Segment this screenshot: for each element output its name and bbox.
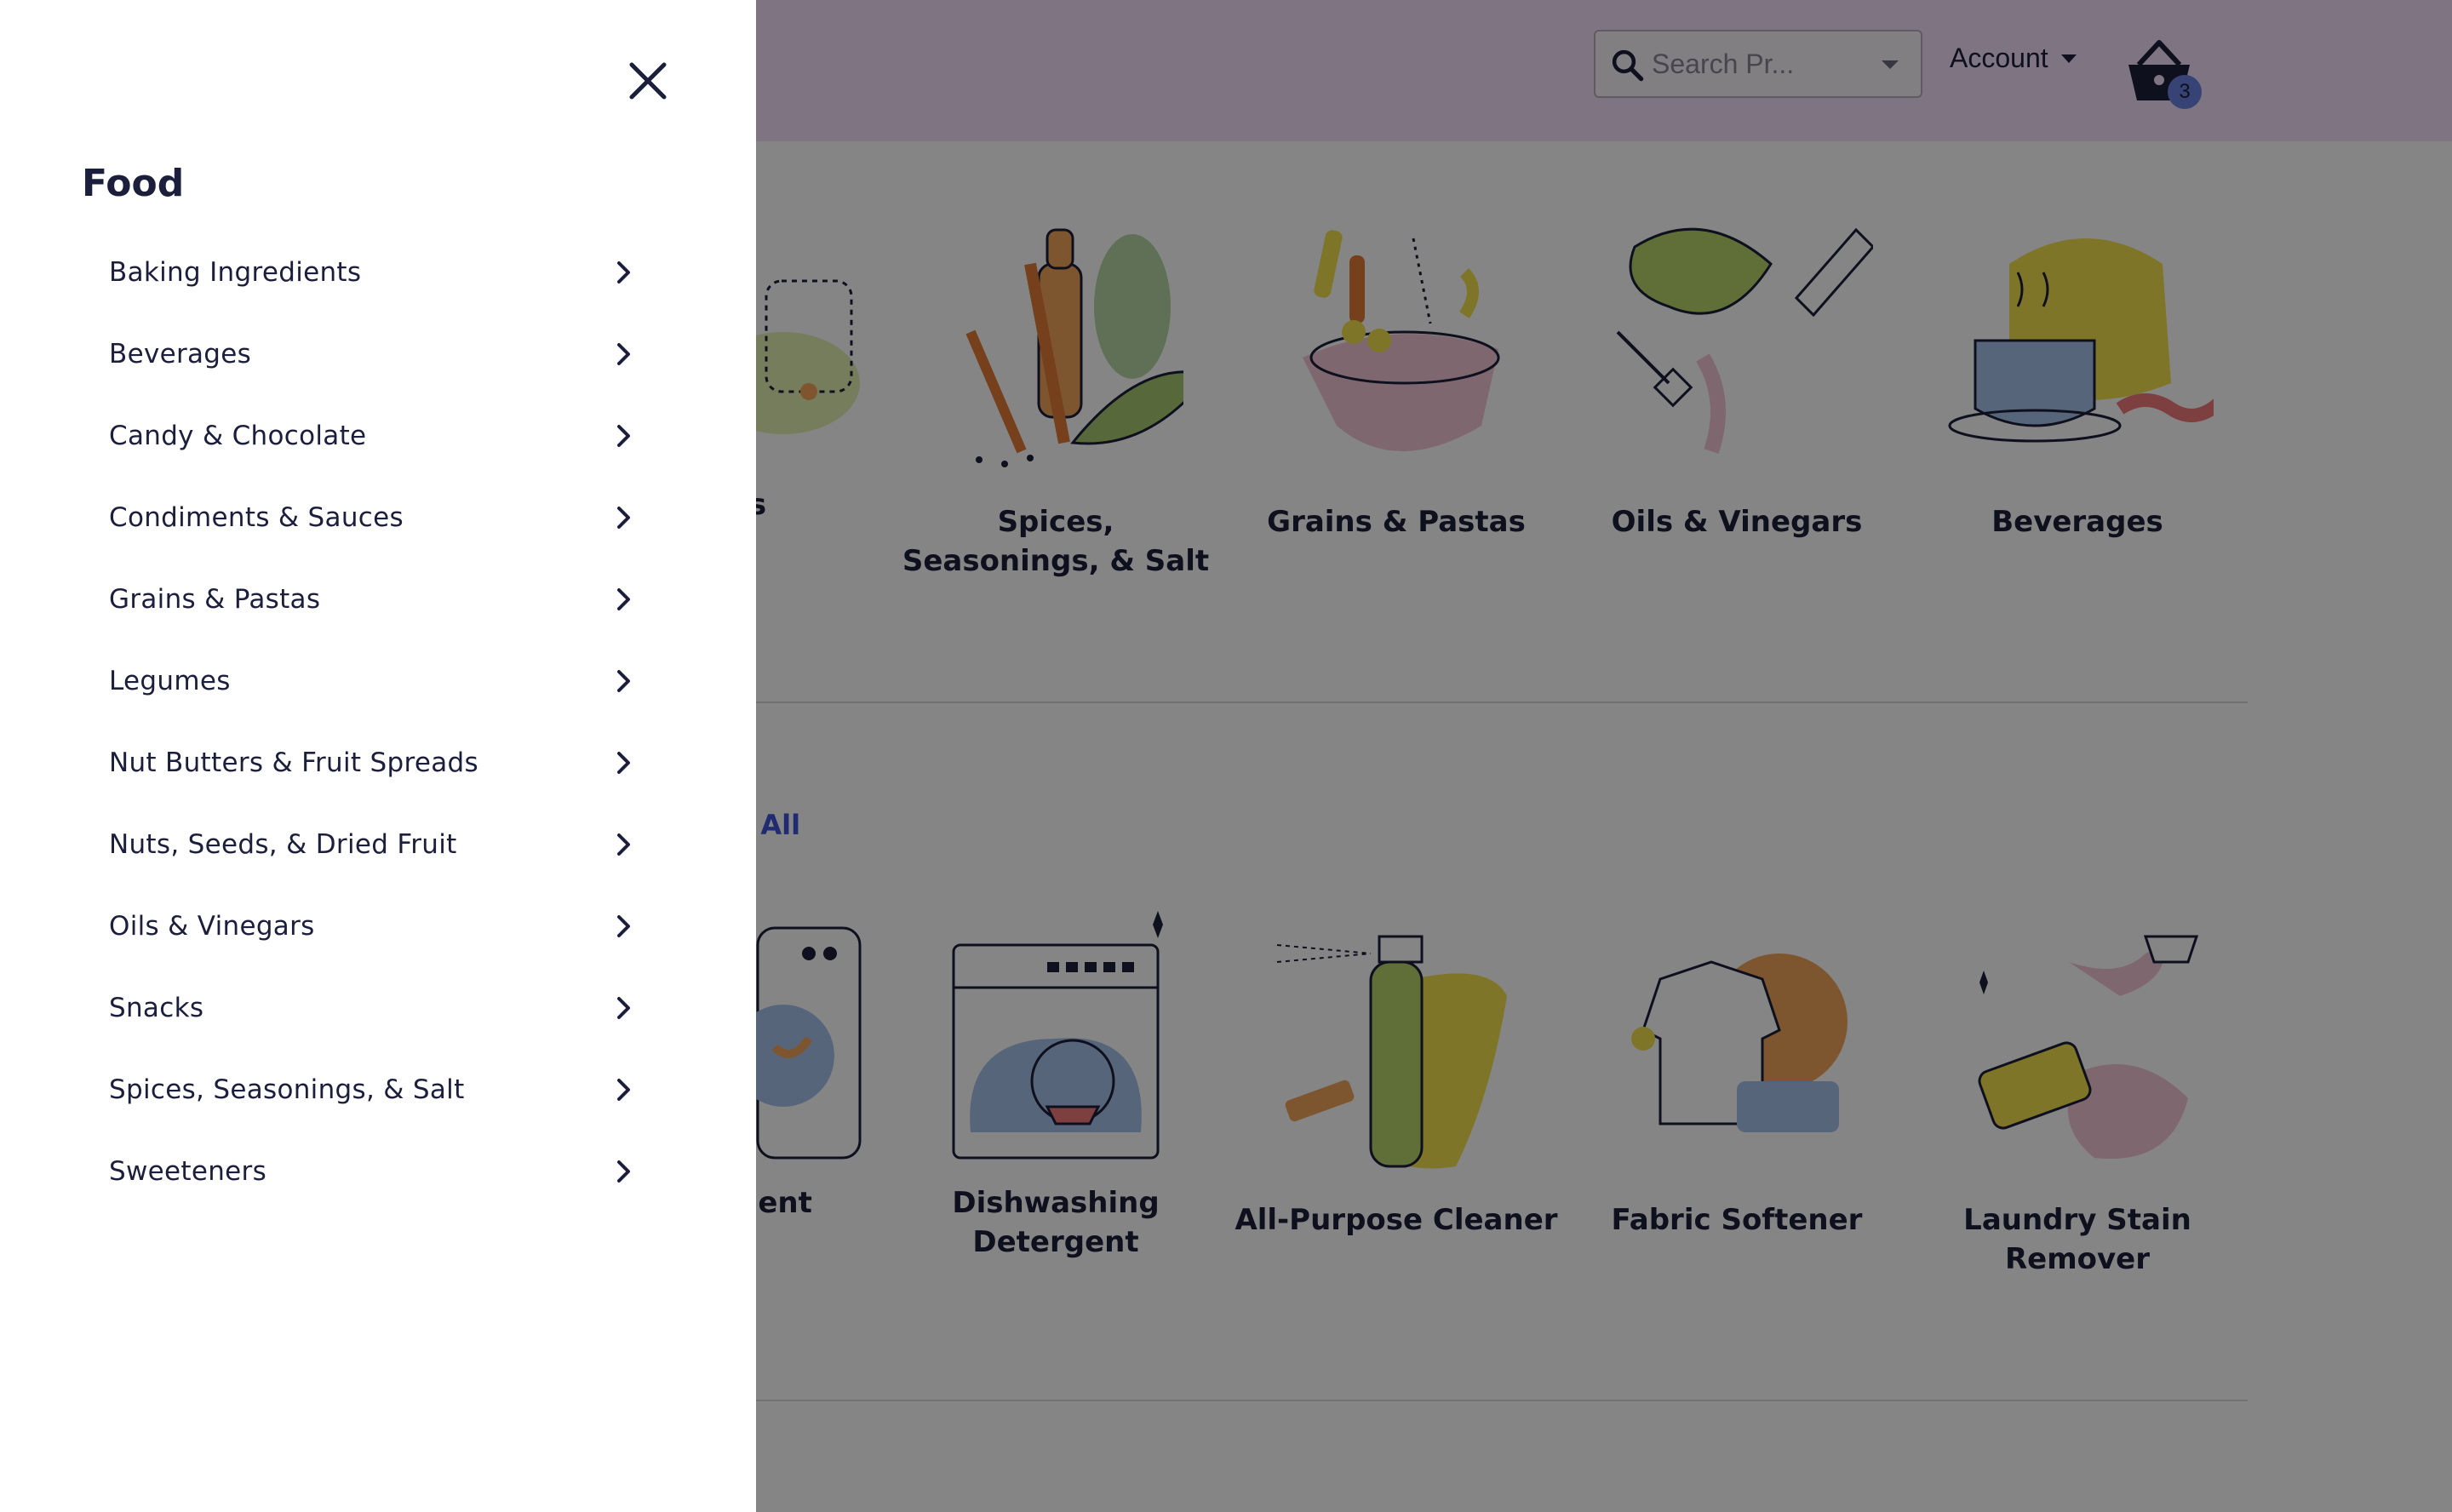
- chevron-right-icon: [617, 915, 630, 937]
- close-icon[interactable]: [620, 53, 676, 109]
- chevron-right-icon: [617, 1079, 630, 1101]
- chevron-right-icon: [617, 261, 630, 284]
- category-menu-item-label: Sweeteners: [109, 1156, 267, 1187]
- category-menu-item-label: Baking Ingredients: [109, 257, 362, 288]
- chevron-right-icon: [617, 1160, 630, 1183]
- category-menu-item[interactable]: Nuts, Seeds, & Dried Fruit: [82, 804, 661, 885]
- category-menu-item[interactable]: Candy & Chocolate: [82, 395, 661, 477]
- category-menu-item-label: Spices, Seasonings, & Salt: [109, 1074, 465, 1105]
- chevron-right-icon: [617, 997, 630, 1019]
- category-menu-item-label: Oils & Vinegars: [109, 911, 315, 942]
- category-menu-item[interactable]: Nut Butters & Fruit Spreads: [82, 722, 661, 804]
- category-menu-item[interactable]: Oils & Vinegars: [82, 885, 661, 967]
- category-menu-item[interactable]: Sweeteners: [82, 1131, 661, 1212]
- category-menu-item[interactable]: Snacks: [82, 967, 661, 1049]
- category-menu: Baking Ingredients Beverages Candy & Choco…: [82, 232, 661, 1212]
- chevron-right-icon: [617, 425, 630, 447]
- category-menu-item-label: Condiments & Sauces: [109, 502, 404, 533]
- chevron-right-icon: [617, 752, 630, 774]
- category-drawer: Food Baking Ingredients Beverages Candy & …: [0, 0, 756, 1512]
- category-menu-item-label: Candy & Chocolate: [109, 421, 367, 451]
- category-menu-item[interactable]: Baking Ingredients: [82, 232, 661, 313]
- category-menu-item-label: Snacks: [109, 993, 204, 1023]
- chevron-right-icon: [617, 507, 630, 529]
- chevron-right-icon: [617, 833, 630, 856]
- category-menu-item-label: Grains & Pastas: [109, 584, 321, 615]
- category-menu-item[interactable]: Beverages: [82, 313, 661, 395]
- category-menu-item[interactable]: Condiments & Sauces: [82, 477, 661, 558]
- chevron-right-icon: [617, 670, 630, 692]
- category-menu-item[interactable]: Legumes: [82, 640, 661, 722]
- chevron-right-icon: [617, 343, 630, 365]
- category-menu-item[interactable]: Spices, Seasonings, & Salt: [82, 1049, 661, 1131]
- category-menu-item-label: Legumes: [109, 666, 231, 696]
- category-menu-item-label: Nut Butters & Fruit Spreads: [109, 747, 478, 778]
- drawer-title: Food: [82, 162, 185, 205]
- category-menu-item-label: Nuts, Seeds, & Dried Fruit: [109, 829, 457, 860]
- chevron-right-icon: [617, 588, 630, 610]
- category-menu-item[interactable]: Grains & Pastas: [82, 558, 661, 640]
- category-menu-item-label: Beverages: [109, 339, 252, 369]
